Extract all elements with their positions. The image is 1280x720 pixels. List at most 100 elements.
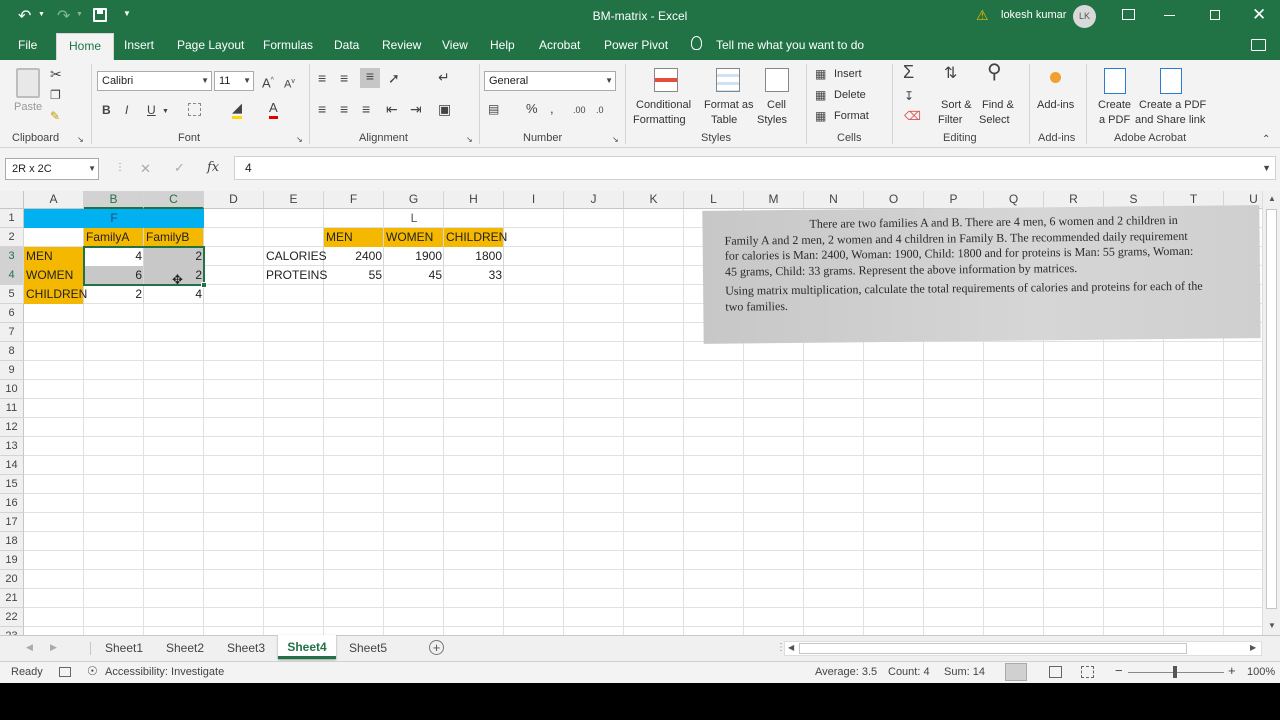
row-header-20[interactable]: 20	[0, 570, 24, 589]
zoom-in-icon[interactable]: +	[1228, 663, 1236, 678]
cell-a5[interactable]: CHILDREN	[24, 285, 87, 304]
format-as-table-label-2[interactable]: Table	[711, 113, 737, 128]
row-header-22[interactable]: 22	[0, 608, 24, 627]
create-pdf-label-1[interactable]: Create	[1098, 98, 1131, 113]
font-size-select[interactable]: 11 ▼	[214, 71, 254, 91]
accessibility-status[interactable]: Accessibility: Investigate	[105, 666, 224, 678]
row-header-13[interactable]: 13	[0, 437, 24, 456]
row-header-17[interactable]: 17	[0, 513, 24, 532]
new-sheet-icon[interactable]: +	[429, 640, 444, 655]
minimize-icon[interactable]	[1164, 15, 1175, 16]
column-header-a[interactable]: A	[24, 191, 84, 209]
delete-cells-button[interactable]: Delete	[834, 88, 866, 103]
tab-file[interactable]: File	[18, 33, 37, 60]
column-header-d[interactable]: D	[204, 191, 264, 209]
cell-b3[interactable]: 4	[84, 247, 144, 266]
user-name[interactable]: lokesh kumar	[1001, 9, 1066, 21]
find-select-label-2[interactable]: Select	[979, 113, 1010, 128]
increase-decimal-icon[interactable]: .00	[573, 102, 586, 118]
scroll-right-icon[interactable]: ▶	[1250, 643, 1256, 652]
font-color-icon[interactable]: A	[269, 100, 278, 119]
orientation-icon[interactable]: ➚	[388, 70, 400, 86]
undo-icon[interactable]: ↶	[18, 6, 31, 26]
share-pdf-icon[interactable]	[1160, 68, 1182, 94]
cell-f4[interactable]: 55	[324, 266, 384, 285]
row-header-3[interactable]: 3	[0, 247, 24, 266]
macro-record-icon[interactable]	[59, 667, 71, 677]
delete-cells-icon[interactable]: ▦	[815, 87, 826, 103]
share-pdf-label-2[interactable]: and Share link	[1135, 113, 1205, 128]
conditional-formatting-label-2[interactable]: Formatting	[633, 113, 686, 128]
cell-c2[interactable]: FamilyB	[144, 228, 204, 247]
confirm-entry-icon[interactable]: ✓	[174, 160, 185, 176]
tab-home[interactable]: Home	[56, 33, 115, 60]
increase-indent-icon[interactable]: ⇥	[410, 101, 422, 117]
row-header-14[interactable]: 14	[0, 456, 24, 475]
cancel-entry-icon[interactable]: ✕	[140, 161, 151, 177]
cell-a3[interactable]: MEN	[24, 247, 84, 266]
sheet-tab-1[interactable]: Sheet1	[96, 636, 152, 660]
row-header-15[interactable]: 15	[0, 475, 24, 494]
cell-h2[interactable]: CHILDREN	[444, 228, 507, 247]
cell-e4[interactable]: PROTEINS	[264, 266, 327, 285]
customize-quick-access-icon[interactable]: ▼	[123, 9, 131, 18]
problem-text-image[interactable]: There are two families A and B. There ar…	[702, 205, 1261, 344]
row-header-10[interactable]: 10	[0, 380, 24, 399]
cell-f2[interactable]: MEN	[324, 228, 384, 247]
column-header-o[interactable]: O	[864, 191, 924, 209]
conditional-formatting-label-1[interactable]: Conditional	[636, 98, 691, 113]
underline-dropdown-icon[interactable]: ▼	[162, 104, 169, 120]
vertical-scrollbar[interactable]: ▲ ▼	[1262, 191, 1280, 635]
cell-h3[interactable]: 1800	[444, 247, 504, 266]
cell-b4[interactable]: 6	[84, 266, 144, 285]
row-header-1[interactable]: 1	[0, 209, 24, 228]
formula-input[interactable]: 4 ▼	[234, 156, 1276, 180]
column-header-m[interactable]: M	[744, 191, 804, 209]
cut-icon[interactable]: ✂	[50, 66, 62, 82]
zoom-out-icon[interactable]: −	[1115, 663, 1123, 678]
column-header-i[interactable]: I	[504, 191, 564, 209]
row-header-12[interactable]: 12	[0, 418, 24, 437]
cell-g3[interactable]: 1900	[384, 247, 444, 266]
column-header-e[interactable]: E	[264, 191, 324, 209]
borders-icon[interactable]	[188, 103, 201, 116]
font-launcher-icon[interactable]: ↘	[296, 132, 303, 148]
normal-view-icon[interactable]	[1005, 663, 1027, 681]
number-launcher-icon[interactable]: ↘	[612, 132, 619, 148]
autosum-icon[interactable]: Σ	[903, 63, 914, 81]
fill-color-icon[interactable]: ◢	[232, 100, 242, 119]
tab-data[interactable]: Data	[334, 33, 359, 60]
name-box[interactable]: 2R x 2C ▼	[5, 158, 99, 180]
add-ins-button[interactable]: Add-ins	[1037, 98, 1074, 113]
column-header-p[interactable]: P	[924, 191, 984, 209]
paste-icon[interactable]	[16, 68, 40, 98]
scroll-down-icon[interactable]: ▼	[1268, 621, 1276, 630]
restore-icon[interactable]	[1210, 10, 1220, 20]
cell-c3[interactable]: 2	[144, 247, 204, 266]
cell-b5[interactable]: 2	[84, 285, 144, 304]
format-as-table-label-1[interactable]: Format as	[704, 98, 754, 113]
cell-g2[interactable]: WOMEN	[384, 228, 444, 247]
column-header-b[interactable]: B	[84, 191, 144, 209]
row-header-7[interactable]: 7	[0, 323, 24, 342]
row-header-2[interactable]: 2	[0, 228, 24, 247]
warning-icon[interactable]: ⚠	[976, 7, 989, 24]
page-layout-view-icon[interactable]	[1049, 666, 1062, 678]
tell-me-search[interactable]: Tell me what you want to do	[716, 33, 864, 60]
ribbon-display-options-icon[interactable]	[1122, 9, 1135, 20]
conditional-formatting-icon[interactable]	[654, 68, 678, 92]
row-header-16[interactable]: 16	[0, 494, 24, 513]
comma-style-icon[interactable]: ,	[550, 101, 554, 117]
sort-filter-label-2[interactable]: Filter	[938, 113, 962, 128]
row-header-4[interactable]: 4	[0, 266, 24, 285]
column-header-l[interactable]: L	[684, 191, 744, 209]
accessibility-icon[interactable]: ☉	[87, 664, 98, 678]
prev-sheet-icon[interactable]: ◀	[26, 642, 33, 653]
scroll-up-icon[interactable]: ▲	[1268, 194, 1276, 203]
cell-b2[interactable]: FamilyA	[84, 228, 144, 247]
tab-view[interactable]: View	[442, 33, 468, 60]
formula-bar-splitter-icon[interactable]: ⋮	[115, 162, 125, 173]
create-pdf-label-2[interactable]: a PDF	[1099, 113, 1130, 128]
select-all-corner[interactable]	[0, 191, 24, 209]
close-icon[interactable]: ✕	[1252, 5, 1266, 25]
